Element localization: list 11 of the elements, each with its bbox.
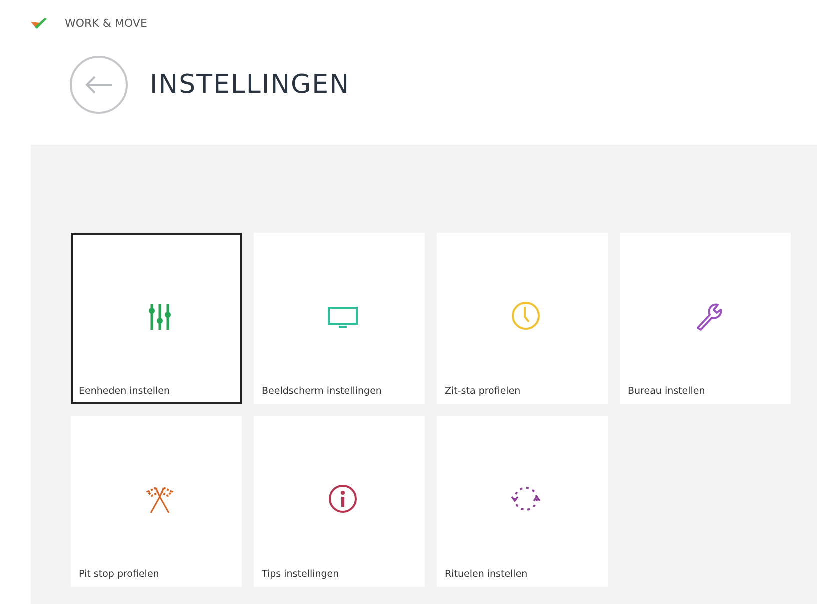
settings-tile[interactable]: Pit stop profielen [71,416,242,587]
logo-icon [31,17,47,29]
settings-tile[interactable]: Rituelen instellen [437,416,608,587]
settings-tile[interactable]: Bureau instellen [620,233,791,404]
settings-tile[interactable]: Eenheden instellen [71,233,242,404]
settings-tile[interactable]: Zit-sta profielen [437,233,608,404]
page-title: INSTELLINGEN [150,70,350,100]
app-name: WORK & MOVE [65,16,148,30]
settings-tile[interactable]: Beeldscherm instellingen [254,233,425,404]
settings-tile[interactable]: Tips instellingen [254,416,425,587]
back-arrow-icon [84,75,114,95]
